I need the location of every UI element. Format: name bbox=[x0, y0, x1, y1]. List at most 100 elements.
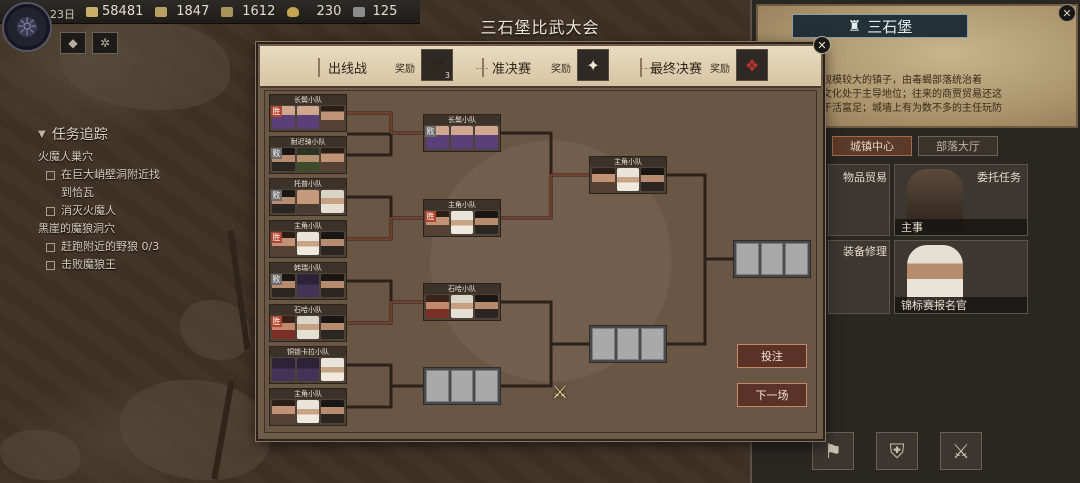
armor-icon[interactable]: ❖ bbox=[736, 49, 769, 81]
fighter-portrait bbox=[296, 106, 320, 129]
tournament-bracket: 长鬓小队 胜 耐迟骑小队 败 托普小队 败 主角小队 胜 韩瑞小队 败 石哈小队… bbox=[264, 90, 817, 433]
bracket-team-r1[interactable]: 耐迟骑小队 败 bbox=[269, 136, 347, 174]
empty-portrait bbox=[641, 328, 665, 360]
empty-portrait bbox=[616, 328, 640, 360]
bracket-team-r2[interactable]: 主角小队 胜 bbox=[423, 199, 501, 237]
quest-item[interactable]: 黑崖的魔狼洞穴 bbox=[38, 220, 228, 238]
fighter-portrait bbox=[272, 358, 295, 381]
team-portraits bbox=[272, 400, 345, 423]
bracket-team-r1[interactable]: 长鬓小队 胜 bbox=[269, 94, 347, 132]
fighter-portrait bbox=[450, 211, 474, 234]
team-portraits bbox=[426, 126, 499, 149]
close-icon[interactable]: ✕ bbox=[813, 36, 831, 54]
team-portraits bbox=[272, 274, 345, 297]
bracket-team-r2[interactable]: 石哈小队 bbox=[423, 283, 501, 321]
empty-portrait bbox=[450, 370, 474, 402]
card-tournament-registrar[interactable]: 锦标赛报名官 bbox=[894, 240, 1028, 314]
empty-portrait bbox=[592, 328, 615, 360]
town-description: 规模较大的镇子，由毒蝎部落统治着 文化处于主导地位；往来的商贾贸易还这 于活富足… bbox=[822, 75, 1002, 114]
lose-badge: 败 bbox=[271, 274, 282, 285]
empty-portrait bbox=[760, 243, 784, 275]
stage-semifinal: 准决赛 奖励 ✦ bbox=[482, 49, 610, 81]
scroll-icon[interactable]: ✦ bbox=[577, 49, 610, 81]
dialog-title: 三石堡比武大会 bbox=[480, 18, 600, 37]
town-action-bar: ⚑ ⛨ ⚔ bbox=[812, 432, 982, 470]
team-portraits bbox=[272, 190, 345, 213]
quest-item[interactable]: 火魔人巢穴 bbox=[38, 148, 228, 166]
win-badge: 胜 bbox=[271, 316, 282, 327]
bracket-team-r1[interactable]: 铜锁卡拉小队 bbox=[269, 346, 347, 384]
fighter-portrait bbox=[321, 316, 345, 339]
card-item-trade[interactable]: 物品贸易 bbox=[828, 164, 890, 236]
win-badge: 胜 bbox=[271, 106, 282, 117]
team-portraits bbox=[272, 316, 345, 339]
card-equipment-repair[interactable]: 装备修理 bbox=[828, 240, 890, 314]
bracket-team-r2[interactable]: 长鬓小队 败 bbox=[423, 114, 501, 152]
empty-portrait bbox=[736, 243, 759, 275]
fighter-portrait bbox=[296, 400, 320, 423]
fighter-portrait bbox=[296, 274, 320, 297]
fighter-portrait bbox=[296, 316, 320, 339]
fighter-portrait bbox=[616, 168, 640, 191]
fighter-portrait bbox=[321, 148, 345, 171]
quest-tracker-header[interactable]: ▼ 任务追踪 bbox=[38, 126, 228, 144]
empty-portrait bbox=[426, 370, 449, 402]
bracket-team-r3[interactable]: 主角小队 bbox=[589, 156, 667, 194]
bracket-team-r1[interactable]: 石哈小队 胜 bbox=[269, 304, 347, 342]
lose-badge: 败 bbox=[425, 126, 436, 137]
final-bracket-slot bbox=[733, 240, 811, 278]
fighter-portrait bbox=[296, 358, 320, 381]
fighter-portrait bbox=[321, 106, 345, 129]
fighter-portrait bbox=[296, 148, 320, 171]
checkbox-icon bbox=[46, 170, 55, 180]
tab-tribe-hall[interactable]: 部落大厅 bbox=[918, 136, 998, 156]
bracket-team-r1[interactable]: 韩瑞小队 败 bbox=[269, 262, 347, 300]
npc-name: 主事 bbox=[895, 219, 1027, 235]
fighter-portrait bbox=[296, 232, 320, 255]
crossed-swords-icon[interactable]: ⚔ bbox=[940, 432, 982, 470]
town-tabs: 城镇中心 部落大厅 bbox=[832, 136, 998, 156]
bracket-team-r1[interactable]: 主角小队 bbox=[269, 388, 347, 426]
stage-header: 出线战 奖励 ⚒ 3 准决赛 奖励 ✦ 最终决赛 奖励 ❖ bbox=[260, 46, 821, 88]
quest-objective[interactable]: 击败魔狼王 bbox=[38, 256, 228, 274]
empty-bracket-slot bbox=[589, 325, 667, 363]
quest-objective[interactable]: 在巨大峭壁洞附近找 bbox=[38, 166, 228, 184]
bracket-team-r1[interactable]: 托普小队 败 bbox=[269, 178, 347, 216]
fighter-portrait bbox=[641, 168, 665, 191]
chevron-down-icon[interactable]: ▼ bbox=[38, 126, 46, 144]
tab-town-center[interactable]: 城镇中心 bbox=[832, 136, 912, 156]
quest-objective[interactable]: 消灭火魔人 bbox=[38, 202, 228, 220]
lose-badge: 败 bbox=[271, 190, 282, 201]
stage-final: 最终决赛 奖励 ❖ bbox=[640, 49, 769, 81]
card-commission[interactable]: 委托任务 主事 bbox=[894, 164, 1028, 236]
fighter-portrait bbox=[321, 400, 345, 423]
quest-tracker: ▼ 任务追踪 火魔人巢穴 在巨大峭壁洞附近找 到恰瓦 消灭火魔人 黑崖的魔狼洞穴… bbox=[38, 126, 228, 274]
current-match-icon: ⚔ bbox=[551, 381, 569, 403]
next-match-button[interactable]: 下一场 bbox=[737, 383, 807, 407]
fighter-portrait bbox=[450, 295, 474, 318]
fighter-portrait bbox=[296, 190, 320, 213]
npc-name: 锦标赛报名官 bbox=[895, 297, 1027, 313]
hammer-icon[interactable]: ⚒ 3 bbox=[421, 49, 454, 81]
team-portraits bbox=[272, 106, 345, 129]
quest-objective[interactable]: 赶跑附近的野狼 0/3 bbox=[38, 238, 228, 256]
helmet-icon[interactable]: ⛨ bbox=[876, 432, 918, 470]
fighter-portrait bbox=[475, 211, 499, 234]
checkbox-icon bbox=[46, 260, 55, 270]
lose-badge: 败 bbox=[271, 148, 282, 159]
bracket-team-r1[interactable]: 主角小队 胜 bbox=[269, 220, 347, 258]
fighter-portrait bbox=[475, 126, 499, 149]
fighter-portrait bbox=[321, 358, 345, 381]
team-portraits bbox=[426, 211, 499, 234]
team-portraits bbox=[272, 358, 345, 381]
team-portraits bbox=[426, 295, 499, 318]
bet-button[interactable]: 投注 bbox=[737, 344, 807, 368]
win-badge: 胜 bbox=[425, 211, 436, 222]
checkbox-icon bbox=[46, 242, 55, 252]
empty-portrait bbox=[475, 370, 499, 402]
fighter-portrait bbox=[450, 126, 474, 149]
fighter-portrait bbox=[475, 295, 499, 318]
fighter-portrait bbox=[272, 400, 295, 423]
fighter-portrait bbox=[321, 190, 345, 213]
team-portraits bbox=[272, 148, 345, 171]
